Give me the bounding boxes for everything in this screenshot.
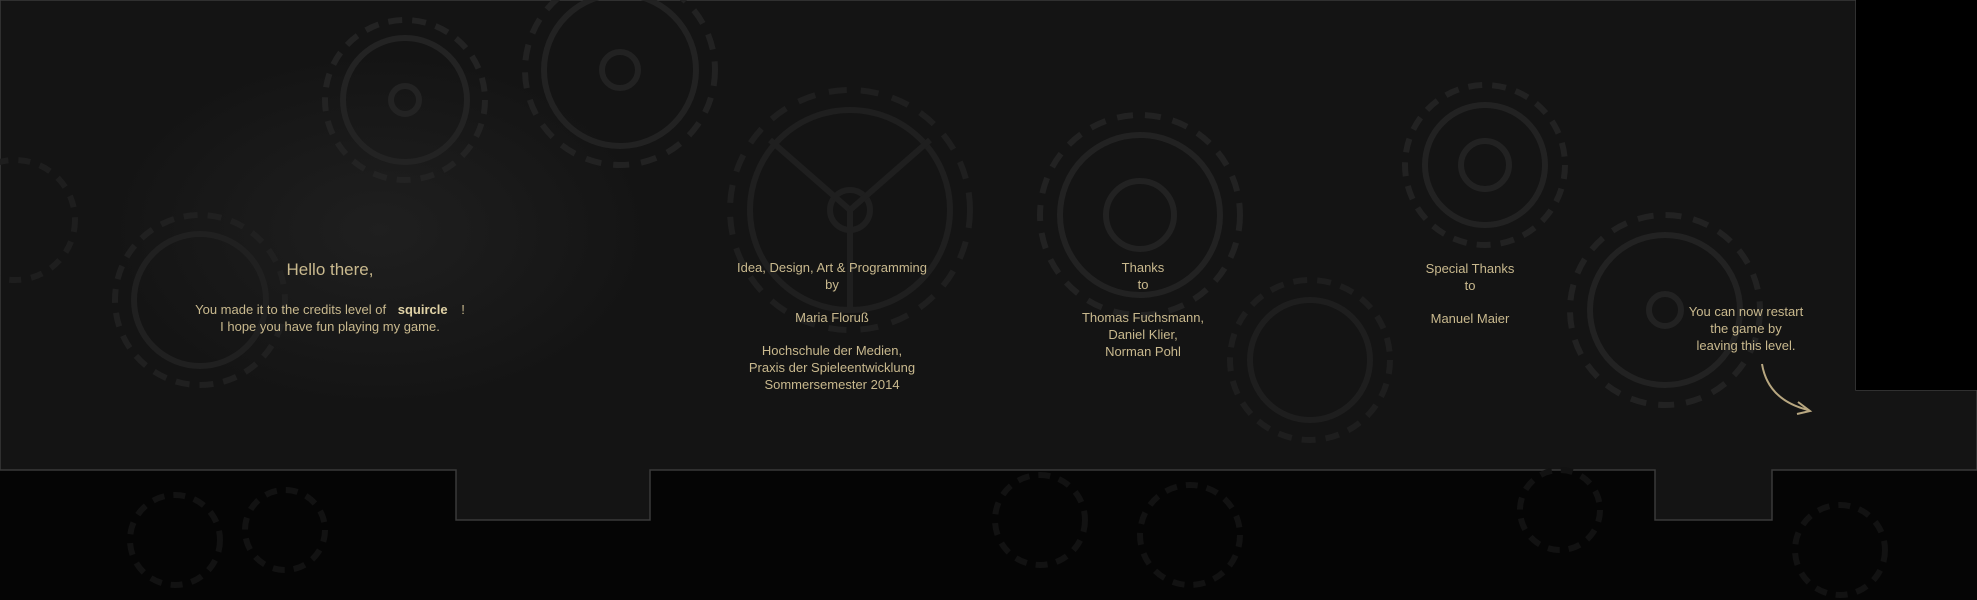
- thanks-section: Thanks to Thomas Fuchsmann, Daniel Klier…: [1043, 259, 1243, 360]
- game-name: squircle: [397, 302, 448, 317]
- credits-school: Hochschule der Medien,: [761, 343, 903, 358]
- special-thanks-to: to: [1464, 278, 1476, 293]
- credits-semester: Sommersemester 2014: [764, 377, 900, 392]
- special-thanks-section: Special Thanks to Manuel Maier: [1370, 260, 1570, 327]
- credits-level-stage: Hello there, You made it to the credits …: [0, 0, 1977, 600]
- greeting-line-1: You made it to the credits level of squi…: [195, 302, 465, 317]
- credits-main: Idea, Design, Art & Programming by Maria…: [682, 259, 982, 393]
- restart-hint-line-2: the game by: [1710, 321, 1782, 336]
- ambient-glow: [120, 60, 640, 400]
- restart-hint-line-1: You can now restart: [1688, 304, 1804, 319]
- void-block: [1856, 0, 1977, 390]
- credits-course: Praxis der Spieleentwicklung: [748, 360, 916, 375]
- credits-role: Idea, Design, Art & Programming: [736, 260, 928, 275]
- greeting-message: You made it to the credits level of squi…: [150, 301, 510, 335]
- thanks-heading: Thanks: [1121, 260, 1165, 275]
- thanks-to: to: [1137, 277, 1149, 292]
- gear-icon: [127, 467, 1888, 598]
- restart-hint-line-3: leaving this level.: [1696, 338, 1796, 353]
- credits-by: by: [825, 277, 839, 292]
- greeting-line-2: I hope you have fun playing my game.: [220, 319, 440, 334]
- level-backdrop: [0, 0, 1977, 598]
- restart-hint: You can now restart the game by leaving …: [1666, 303, 1826, 354]
- thanks-name-3: Norman Pohl: [1105, 344, 1181, 359]
- thanks-name-1: Thomas Fuchsmann,: [1081, 310, 1205, 325]
- thanks-name-2: Daniel Klier,: [1108, 327, 1178, 342]
- special-thanks-heading: Special Thanks: [1425, 261, 1515, 276]
- credits-author: Maria Floruß: [795, 310, 869, 325]
- greeting-title: Hello there,: [286, 260, 374, 279]
- special-thanks-name: Manuel Maier: [1430, 311, 1510, 326]
